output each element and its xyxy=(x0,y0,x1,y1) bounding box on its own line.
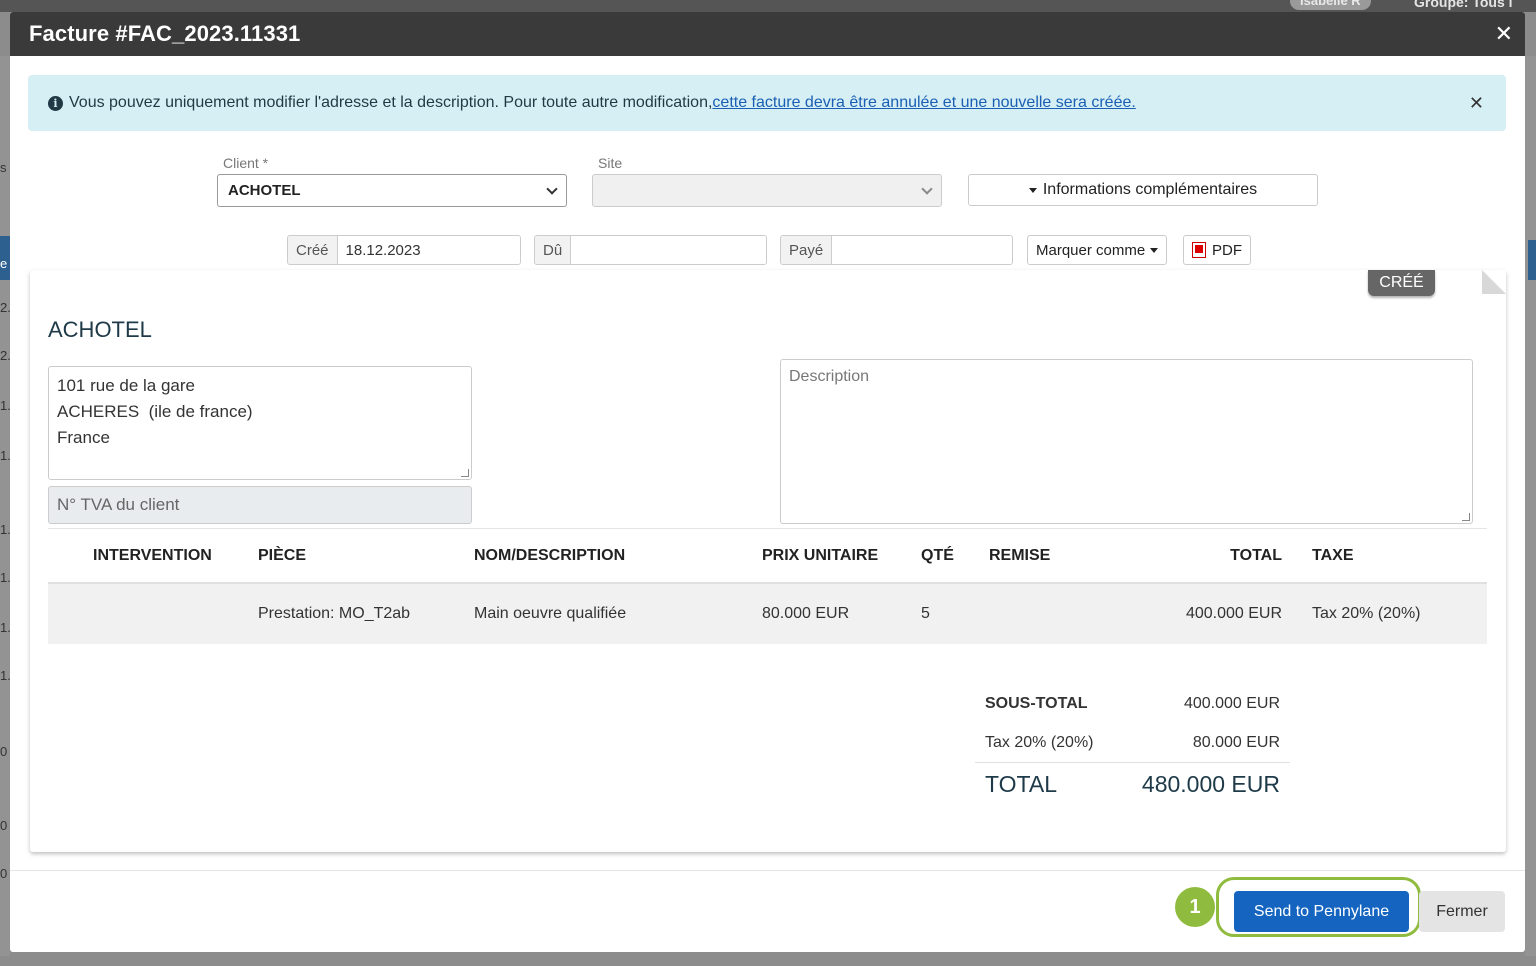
subtotal-row: SOUS-TOTAL 400.000 EUR xyxy=(975,684,1290,723)
address-line: 101 rue de la gare xyxy=(57,376,195,395)
mark-as-button[interactable]: Marquer comme xyxy=(1027,235,1168,265)
alert-text: Vous pouvez uniquement modifier l'adress… xyxy=(69,94,713,111)
subtotal-value: 400.000 EUR xyxy=(1183,694,1280,712)
background-left-row: 1. xyxy=(0,522,10,537)
resize-grip-icon[interactable] xyxy=(1462,513,1470,521)
chevron-down-icon xyxy=(921,182,933,195)
subtotal-label: SOUS-TOTAL xyxy=(985,694,1088,712)
vat-number-field[interactable]: N° TVA du client xyxy=(48,486,472,524)
background-user-badge: Isabelle R xyxy=(1290,0,1371,10)
additional-info-label: Informations complémentaires xyxy=(1042,181,1258,198)
column-header-unit-price: PRIX UNITAIRE xyxy=(762,546,879,564)
footer-divider xyxy=(10,870,1525,871)
background-left-row: 0 xyxy=(0,744,8,759)
paid-date-field[interactable]: Payé xyxy=(780,235,1013,265)
tax-row: Tax 20% (20%) 80.000 EUR xyxy=(975,723,1290,762)
column-header-description: NOM/DESCRIPTION xyxy=(474,546,626,564)
background-left-row: e xyxy=(0,256,8,271)
created-date-field[interactable]: Créé 18.12.2023 xyxy=(287,235,521,265)
due-date-value xyxy=(571,236,766,264)
site-label: Site xyxy=(598,155,623,171)
grand-total-value: 480.000 EUR xyxy=(1141,771,1280,797)
caret-down-icon xyxy=(1150,247,1159,253)
due-date-field[interactable]: Dû xyxy=(534,235,767,265)
modal-header: Facture #FAC_2023.11331 ✕ xyxy=(10,12,1525,56)
pdf-icon xyxy=(1192,242,1206,258)
client-select-value: ACHOTEL xyxy=(228,182,301,199)
column-header-qty: QTÉ xyxy=(921,546,954,564)
background-groupe-label: Groupe: Tous l xyxy=(1414,0,1513,10)
vat-number-placeholder: N° TVA du client xyxy=(57,495,180,514)
client-select[interactable]: ACHOTEL xyxy=(217,174,567,207)
send-to-pennylane-button[interactable]: Send to Pennylane xyxy=(1234,891,1409,932)
mark-as-label: Marquer comme xyxy=(1036,241,1146,259)
close-icon[interactable]: ✕ xyxy=(1495,21,1513,47)
tax-label: Tax 20% (20%) xyxy=(985,733,1094,751)
column-header-intervention: INTERVENTION xyxy=(93,546,212,564)
pdf-button[interactable]: PDF xyxy=(1183,235,1251,265)
background-right-active-item xyxy=(1528,240,1536,280)
column-header-piece: PIÈCE xyxy=(258,546,307,564)
close-button[interactable]: Fermer xyxy=(1419,891,1505,932)
background-left-row: 1. xyxy=(0,620,10,635)
additional-info-button[interactable]: Informations complémentaires xyxy=(968,174,1318,206)
grand-total-label: TOTAL xyxy=(985,771,1057,797)
background-right-panel xyxy=(1525,56,1536,956)
page-fold xyxy=(1482,270,1506,294)
grand-total-row: TOTAL 480.000 EUR xyxy=(975,762,1290,806)
background-left-row: 1. xyxy=(0,570,10,585)
alert-link[interactable]: cette facture devra être annulée et une … xyxy=(712,94,1135,112)
background-left-row: 2. xyxy=(0,300,10,315)
status-badge: CRÉÉ xyxy=(1368,270,1435,296)
paid-date-label: Payé xyxy=(781,236,833,264)
invoice-client-name: ACHOTEL xyxy=(48,317,152,342)
step-badge: 1 xyxy=(1175,887,1215,927)
background-left-row: s xyxy=(0,160,7,175)
column-header-total: TOTAL xyxy=(1230,546,1282,564)
cell-piece: Prestation: MO_T2ab xyxy=(258,605,411,622)
chevron-down-icon xyxy=(546,182,558,195)
address-textarea[interactable]: 101 rue de la gare ACHERES (ile de franc… xyxy=(48,366,472,480)
info-alert: i Vous pouvez uniquement modifier l'adre… xyxy=(28,75,1506,131)
modal-title: Facture #FAC_2023.11331 xyxy=(29,21,301,46)
alert-close-icon[interactable]: ✕ xyxy=(1469,93,1484,114)
background-left-row: 0 xyxy=(0,818,8,833)
cell-qty: 5 xyxy=(921,605,930,622)
cell-tax: Tax 20% (20%) xyxy=(1312,605,1421,622)
column-header-discount: REMISE xyxy=(989,546,1051,564)
client-label: Client * xyxy=(223,155,269,171)
background-left-row: 0 xyxy=(0,866,8,881)
table-row: Prestation: MO_T2ab Main oeuvre qualifié… xyxy=(48,584,1487,644)
cell-unit-price: 80.000 EUR xyxy=(762,605,850,622)
tax-value: 80.000 EUR xyxy=(1192,733,1280,751)
paid-date-value xyxy=(832,236,1012,264)
caret-down-icon xyxy=(1028,187,1037,193)
address-line: France xyxy=(57,428,110,447)
background-left-row: 1. xyxy=(0,448,10,463)
created-date-value: 18.12.2023 xyxy=(337,236,520,264)
site-select[interactable] xyxy=(592,174,942,207)
resize-grip-icon[interactable] xyxy=(461,469,469,477)
background-left-row: 1. xyxy=(0,668,10,683)
due-date-label: Dû xyxy=(535,236,572,264)
info-icon: i xyxy=(48,95,63,111)
pdf-label: PDF xyxy=(1212,241,1242,259)
background-left-row: 1. xyxy=(0,398,10,413)
cell-total: 400.000 EUR xyxy=(1185,605,1282,622)
background-left-row: 2. xyxy=(0,348,10,363)
cell-description: Main oeuvre qualifiée xyxy=(474,605,627,622)
description-placeholder: Description xyxy=(789,368,870,385)
totals-block: SOUS-TOTAL 400.000 EUR Tax 20% (20%) 80.… xyxy=(975,684,1290,806)
description-textarea[interactable]: Description xyxy=(780,359,1473,524)
invoice-modal: Facture #FAC_2023.11331 ✕ i Vous pouvez … xyxy=(10,12,1525,952)
created-date-label: Créé xyxy=(288,236,338,264)
column-header-tax: TAXE xyxy=(1312,546,1354,564)
items-table-header: INTERVENTION PIÈCE NOM/DESCRIPTION PRIX … xyxy=(48,528,1487,584)
address-line: ACHERES (ile de france) xyxy=(57,402,253,421)
